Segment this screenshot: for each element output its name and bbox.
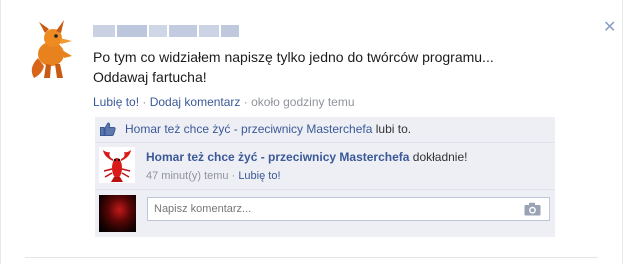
thumbs-up-icon (100, 122, 116, 136)
separator-dot: · (139, 95, 150, 109)
post-divider (25, 257, 598, 258)
post-author-name-redacted[interactable] (93, 23, 243, 39)
comment-body: Homar też chce żyć - przeciwnicy Masterc… (146, 150, 467, 164)
post-avatar[interactable] (26, 18, 76, 82)
likes-suffix: lubi to. (372, 122, 412, 136)
likes-summary-row: Homar też chce żyć - przeciwnicy Masterc… (95, 117, 555, 143)
post-message: Po tym co widziałem napiszę tylko jedno … (93, 47, 593, 87)
like-link[interactable]: Lubię to! (93, 95, 139, 109)
comment-author-link[interactable]: Homar też chce żyć - przeciwnicy Masterc… (146, 150, 409, 164)
commenter-avatar[interactable] (99, 147, 135, 183)
left-border (0, 0, 1, 264)
post-text-line-1: Po tym co widziałem napiszę tylko jedno … (93, 49, 494, 65)
comment-compose-row: Napisz komentarz... (95, 190, 555, 237)
lobster-avatar-icon (103, 150, 131, 182)
post-timestamp[interactable]: około godziny temu (251, 95, 354, 109)
liker-page-link[interactable]: Homar też chce żyć - przeciwnicy Masterc… (125, 122, 372, 136)
post-actions: Lubię to! · Dodaj komentarz · około godz… (93, 95, 355, 109)
comment-input[interactable]: Napisz komentarz... (147, 197, 550, 221)
close-icon[interactable]: ✕ (603, 20, 616, 36)
separator-dot: · (240, 95, 252, 109)
comment-meta: 47 minut(y) temu · Lubię to! (146, 170, 281, 182)
fox-avatar-icon (31, 20, 72, 78)
comment-placeholder: Napisz komentarz... (154, 203, 252, 215)
comment-text: dokładnie! (409, 150, 468, 164)
post-text-line-2: Oddawaj fartucha! (93, 69, 207, 85)
feedback-box: Homar też chce żyć - przeciwnicy Masterc… (95, 117, 555, 237)
separator-dot: · (228, 170, 239, 182)
comment-item: Homar też chce żyć - przeciwnicy Masterc… (95, 143, 555, 190)
comment-timestamp[interactable]: 47 minut(y) temu (146, 170, 229, 182)
comment-like-link[interactable]: Lubię to! (238, 170, 280, 182)
add-comment-link[interactable]: Dodaj komentarz (150, 95, 241, 109)
likes-text: Homar też chce żyć - przeciwnicy Masterc… (125, 122, 411, 136)
camera-icon[interactable] (524, 202, 541, 216)
current-user-avatar (99, 195, 136, 232)
